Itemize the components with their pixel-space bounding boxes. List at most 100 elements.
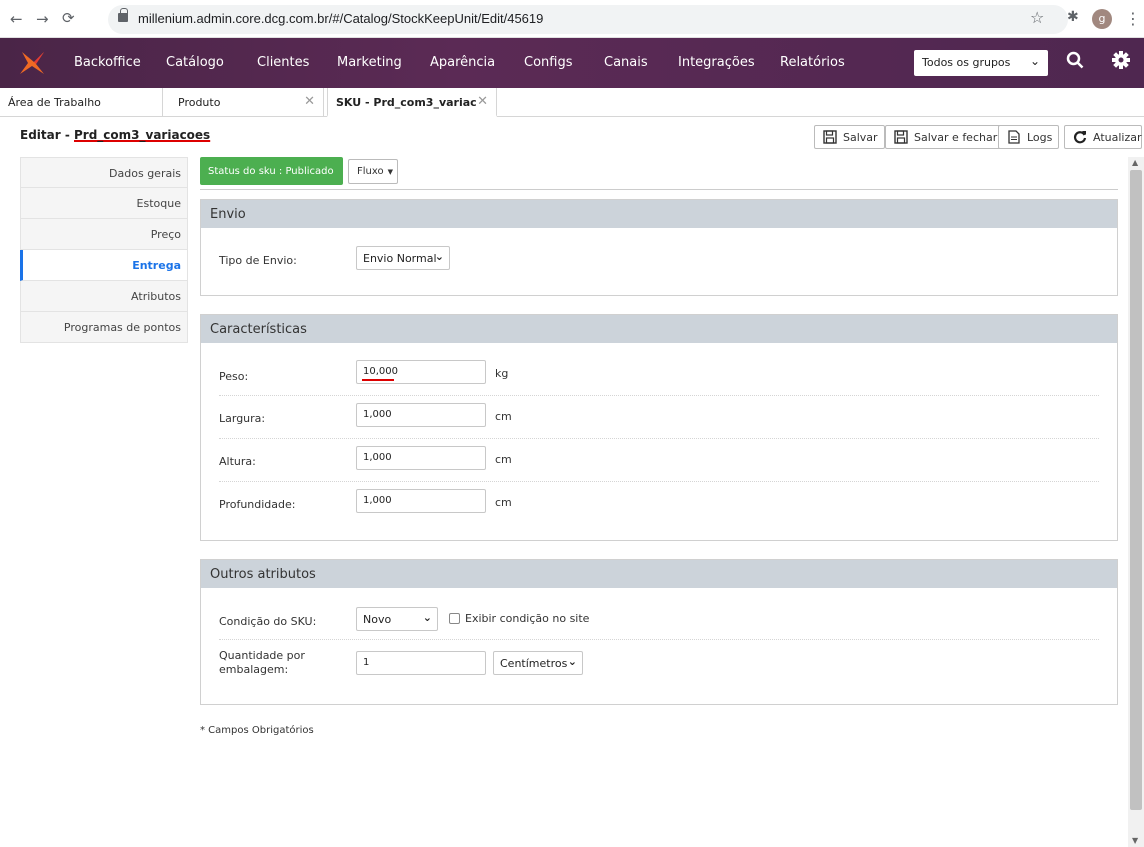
url-text: millenium.admin.core.dcg.com.br/#/Catalo… — [138, 11, 544, 26]
extensions-icon[interactable]: ✱ — [1067, 9, 1079, 25]
chevron-down-icon: ⌄ — [422, 611, 432, 624]
scroll-up-icon[interactable]: ▲ — [1132, 158, 1138, 167]
floppy-disk-icon — [823, 130, 837, 144]
reload-icon[interactable]: ⟳ — [62, 9, 75, 27]
sku-status-button[interactable]: Status do sku : Publicado — [200, 157, 343, 185]
tab-label: SKU - Prd_com3_variac — [336, 96, 477, 109]
divider — [200, 189, 1118, 190]
search-icon[interactable] — [1066, 51, 1084, 69]
required-fields-note: * Campos Obrigatórios — [200, 725, 314, 736]
lock-icon — [118, 8, 128, 22]
tipo-envio-select[interactable]: Envio Normal ⌄ — [356, 246, 450, 270]
forward-arrow-icon[interactable]: → — [36, 10, 49, 28]
quantidade-input[interactable]: 1 — [356, 651, 486, 675]
sidebar-item-estoque[interactable]: Estoque — [20, 188, 188, 219]
back-arrow-icon[interactable]: ← — [10, 10, 23, 28]
scrollbar-thumb[interactable] — [1130, 170, 1142, 810]
outros-atributos-panel-title: Outros atributos — [201, 560, 1117, 588]
altura-label: Altura: — [219, 455, 256, 468]
browser-menu-icon[interactable]: ⋮ — [1125, 9, 1141, 28]
sidebar-item-atributos[interactable]: Atributos — [20, 281, 188, 312]
groups-select-value: Todos os grupos — [922, 56, 1011, 69]
save-button-label: Salvar — [843, 131, 878, 144]
profile-avatar[interactable]: g — [1092, 9, 1112, 29]
condicao-value: Novo — [363, 613, 392, 626]
condicao-label: Condição do SKU: — [219, 615, 317, 628]
exibir-condicao-label: Exibir condição no site — [465, 612, 590, 625]
tab-area-de-trabalho[interactable]: Área de Trabalho — [0, 88, 163, 117]
tipo-envio-label: Tipo de Envio: — [219, 254, 297, 267]
chevron-down-icon: ⌄ — [567, 655, 577, 668]
profundidade-unit: cm — [495, 496, 512, 509]
top-navbar: Backoffice Catálogo Clientes Marketing A… — [0, 38, 1144, 88]
browser-chrome: ← → ⟳ millenium.admin.core.dcg.com.br/#/… — [0, 0, 1144, 38]
tab-sku[interactable]: SKU - Prd_com3_variac ✕ — [327, 88, 497, 117]
largura-label: Largura: — [219, 412, 266, 425]
bookmark-star-icon[interactable]: ☆ — [1030, 8, 1044, 27]
page-title-name: Prd_com3_variacoes — [74, 128, 211, 142]
caracteristicas-panel: Características Peso: 10,000 kg Largura:… — [200, 314, 1118, 541]
nav-integracoes[interactable]: Integrações — [678, 55, 755, 70]
refresh-label: Atualizar — [1093, 131, 1142, 144]
refresh-button[interactable]: Atualizar — [1064, 125, 1142, 149]
largura-input[interactable]: 1,000 — [356, 403, 486, 427]
nav-configs[interactable]: Configs — [524, 55, 572, 70]
document-icon — [1008, 130, 1020, 144]
tab-produto[interactable]: Produto ✕ — [170, 88, 324, 117]
chevron-down-icon: ⌄ — [434, 250, 444, 263]
nav-clientes[interactable]: Clientes — [257, 55, 309, 70]
page-title-prefix: Editar - — [20, 128, 74, 142]
envio-panel: Envio Tipo de Envio: Envio Normal ⌄ — [200, 199, 1118, 296]
nav-marketing[interactable]: Marketing — [337, 55, 402, 70]
quantidade-unit-select[interactable]: Centímetros ⌄ — [493, 651, 583, 675]
condicao-select[interactable]: Novo ⌄ — [356, 607, 438, 631]
flow-dropdown-button[interactable]: Fluxo ▼ — [348, 159, 398, 184]
peso-label: Peso: — [219, 370, 249, 383]
exibir-condicao-checkbox[interactable] — [449, 613, 460, 624]
nav-relatorios[interactable]: Relatórios — [780, 55, 845, 70]
quantidade-label: Quantidade por embalagem: — [219, 649, 305, 676]
refresh-icon — [1074, 131, 1087, 144]
tab-label: Área de Trabalho — [8, 96, 101, 109]
row-divider — [219, 438, 1099, 439]
sidebar-item-preco[interactable]: Preço — [20, 219, 188, 250]
gear-icon[interactable] — [1112, 51, 1130, 69]
largura-unit: cm — [495, 410, 512, 423]
save-and-close-button[interactable]: Salvar e fechar — [885, 125, 1005, 149]
altura-unit: cm — [495, 453, 512, 466]
nav-aparencia[interactable]: Aparência — [430, 55, 495, 70]
nav-catalogo[interactable]: Catálogo — [166, 55, 224, 70]
nav-canais[interactable]: Canais — [604, 55, 648, 70]
section-sidebar: Dados gerais Estoque Preço Entrega Atrib… — [20, 157, 188, 343]
chevron-down-icon: ⌄ — [1029, 54, 1040, 68]
sidebar-item-dados-gerais[interactable]: Dados gerais — [20, 157, 188, 188]
outros-atributos-panel: Outros atributos Condição do SKU: Novo ⌄… — [200, 559, 1118, 705]
page-title: Editar - Prd_com3_variacoes — [20, 128, 210, 142]
address-bar[interactable]: millenium.admin.core.dcg.com.br/#/Catalo… — [108, 5, 1068, 34]
row-divider — [219, 481, 1099, 482]
caret-down-icon: ▼ — [387, 168, 393, 176]
caracteristicas-panel-title: Características — [201, 315, 1117, 343]
altura-input[interactable]: 1,000 — [356, 446, 486, 470]
profundidade-input[interactable]: 1,000 — [356, 489, 486, 513]
logs-label: Logs — [1027, 131, 1053, 144]
groups-select[interactable]: Todos os grupos ⌄ — [914, 50, 1048, 76]
brand-logo-icon[interactable] — [18, 50, 46, 76]
save-and-close-label: Salvar e fechar — [914, 131, 998, 144]
close-icon[interactable]: ✕ — [304, 94, 315, 109]
flow-label: Fluxo — [357, 166, 384, 177]
row-divider — [219, 639, 1099, 640]
profundidade-label: Profundidade: — [219, 498, 296, 511]
logs-button[interactable]: Logs — [998, 125, 1060, 149]
close-icon[interactable]: ✕ — [477, 94, 488, 109]
sidebar-item-entrega[interactable]: Entrega — [20, 250, 188, 281]
spellcheck-underline — [362, 379, 394, 381]
sidebar-item-programas-de-pontos[interactable]: Programas de pontos — [20, 312, 188, 343]
save-button[interactable]: Salvar — [814, 125, 885, 149]
workspace-tabs: Área de Trabalho Produto ✕ SKU - Prd_com… — [0, 88, 1144, 117]
quantidade-unit-value: Centímetros — [500, 657, 568, 670]
peso-unit: kg — [495, 367, 509, 380]
row-divider — [219, 395, 1099, 396]
nav-backoffice[interactable]: Backoffice — [74, 55, 141, 70]
scroll-down-icon[interactable]: ▼ — [1132, 836, 1138, 845]
